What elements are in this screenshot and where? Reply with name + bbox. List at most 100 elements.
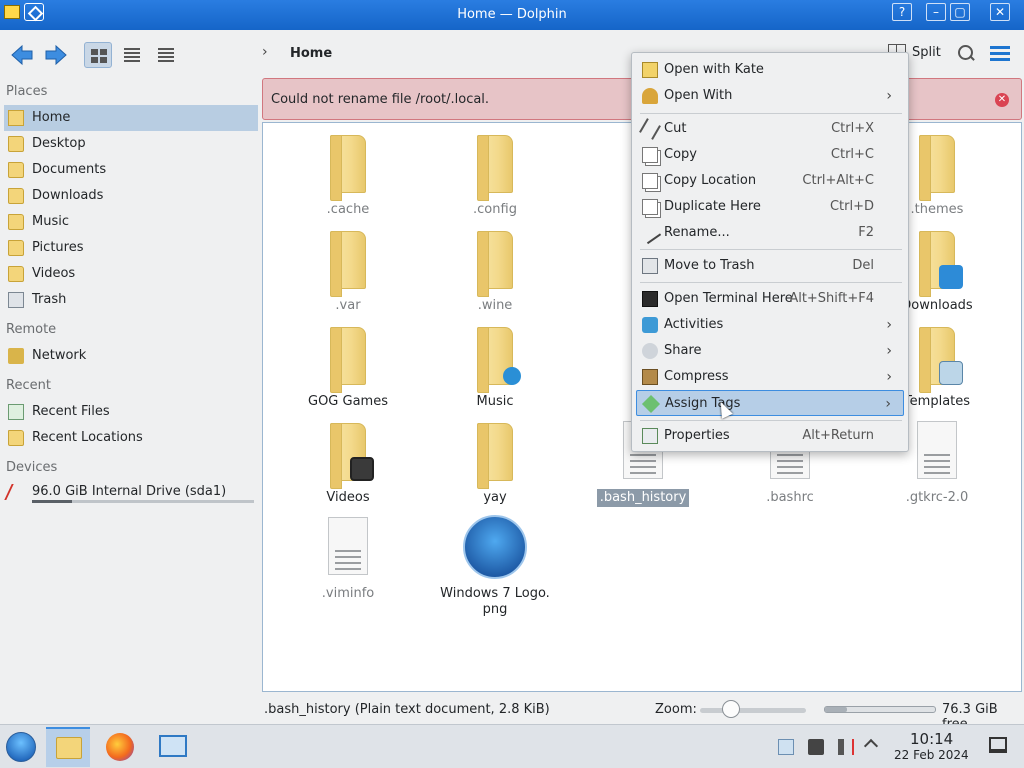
window-title: Home — Dolphin xyxy=(457,7,567,22)
sidebar-item-desktop[interactable]: Desktop xyxy=(4,131,258,157)
menu-item-share[interactable]: Share › xyxy=(636,338,904,364)
show-desktop-icon[interactable] xyxy=(989,737,1007,753)
trash-icon xyxy=(642,258,658,274)
help-button[interactable]: ? xyxy=(892,3,912,21)
device-notifier-icon[interactable] xyxy=(808,739,824,755)
file-item-var[interactable]: .var xyxy=(283,227,413,315)
details-view-button[interactable] xyxy=(152,42,180,68)
submenu-arrow-icon: › xyxy=(885,396,891,412)
drive-usage-fill xyxy=(32,500,72,503)
breadcrumb-chevron-icon[interactable]: › xyxy=(262,44,268,60)
zoom-label: Zoom: xyxy=(655,702,697,717)
folder-icon xyxy=(330,231,366,297)
menu-item-open-with-kate[interactable]: Open with Kate xyxy=(636,57,904,83)
breadcrumb-home[interactable]: Home xyxy=(290,46,332,61)
status-bar: .bash_history (Plain text document, 2.8 … xyxy=(262,698,1024,732)
menu-item-open-terminal[interactable]: Open Terminal Here Alt+Shift+F4 xyxy=(636,286,904,312)
videos-folder-icon xyxy=(8,266,24,282)
clock-time[interactable]: 10:14 xyxy=(910,730,953,748)
folder-icon xyxy=(477,423,513,489)
tag-icon xyxy=(641,394,661,414)
terminal-icon xyxy=(642,291,658,307)
compact-view-button[interactable] xyxy=(118,42,146,68)
context-menu: Open with Kate Open With › Cut Ctrl+X Copy… xyxy=(631,52,909,452)
window-titlebar: Home — Dolphin ? – ▢ ✕ xyxy=(0,0,1024,30)
icons-view-button[interactable] xyxy=(84,42,112,68)
folder-icon xyxy=(330,135,366,201)
file-item-cache[interactable]: .cache xyxy=(283,131,413,219)
menu-item-cut[interactable]: Cut Ctrl+X xyxy=(636,116,904,142)
zoom-slider-track[interactable] xyxy=(700,708,806,713)
sidebar-item-videos[interactable]: Videos xyxy=(4,261,258,287)
search-icon[interactable] xyxy=(956,44,976,64)
maximize-button[interactable]: ▢ xyxy=(950,3,970,21)
activities-icon xyxy=(642,317,658,333)
file-item-config[interactable]: .config xyxy=(430,131,560,219)
sidebar-item-music[interactable]: Music xyxy=(4,209,258,235)
menu-item-move-to-trash[interactable]: Move to Trash Del xyxy=(636,253,904,279)
taskbar-dolphin[interactable] xyxy=(46,727,90,767)
close-button[interactable]: ✕ xyxy=(990,3,1010,21)
clipboard-icon[interactable] xyxy=(778,739,794,755)
sidebar-item-trash[interactable]: Trash xyxy=(4,287,258,313)
clock-date[interactable]: 22 Feb 2024 xyxy=(894,748,969,762)
file-item-videos[interactable]: Videos xyxy=(283,419,413,507)
menu-item-assign-tags[interactable]: Assign Tags › xyxy=(636,390,904,416)
drive-usage-bar xyxy=(32,500,254,503)
firefox-icon xyxy=(106,733,134,761)
home-folder-icon xyxy=(8,110,24,126)
share-icon xyxy=(642,343,658,359)
compact-view-icon xyxy=(124,48,140,62)
sidebar-item-network[interactable]: Network xyxy=(4,343,258,369)
minimize-button[interactable]: – xyxy=(926,3,946,21)
archive-icon xyxy=(642,369,658,385)
file-item-wine[interactable]: .wine xyxy=(430,227,560,315)
sidebar-item-home[interactable]: Home xyxy=(4,105,258,131)
menu-separator xyxy=(640,282,902,283)
menu-item-activities[interactable]: Activities › xyxy=(636,312,904,338)
sidebar-item-recent-locations[interactable]: Recent Locations xyxy=(4,425,258,451)
tray-expand-chevron-icon[interactable] xyxy=(863,738,879,754)
text-document-icon xyxy=(917,421,957,479)
file-item-gog-games[interactable]: GOG Games xyxy=(283,323,413,411)
devices-header: Devices xyxy=(6,460,58,475)
menu-item-copy[interactable]: Copy Ctrl+C xyxy=(636,142,904,168)
volume-muted-icon[interactable] xyxy=(838,739,854,755)
taskbar-firefox[interactable] xyxy=(98,727,142,767)
pencil-icon xyxy=(638,221,662,245)
menu-item-copy-location[interactable]: Copy Location Ctrl+Alt+C xyxy=(636,168,904,194)
music-folder-icon xyxy=(8,214,24,230)
hamburger-menu-icon[interactable] xyxy=(990,46,1010,62)
zoom-slider-handle[interactable] xyxy=(722,700,740,718)
free-space-fill xyxy=(825,707,847,712)
file-item-yay[interactable]: yay xyxy=(430,419,560,507)
sidebar-item-recent-files[interactable]: Recent Files xyxy=(4,399,258,425)
menu-item-rename[interactable]: Rename... F2 xyxy=(636,220,904,246)
taskbar-system-settings[interactable] xyxy=(150,727,194,767)
menu-item-duplicate-here[interactable]: Duplicate Here Ctrl+D xyxy=(636,194,904,220)
forward-arrow-icon[interactable] xyxy=(44,44,68,66)
close-icon[interactable]: ✕ xyxy=(995,93,1009,107)
hard-drive-icon xyxy=(4,484,28,500)
network-icon xyxy=(8,348,24,364)
copy-icon xyxy=(642,147,658,163)
scissors-icon xyxy=(639,118,661,140)
menu-item-open-with[interactable]: Open With › xyxy=(636,83,904,109)
trash-icon xyxy=(8,292,24,308)
download-arrow-icon xyxy=(939,265,963,289)
back-arrow-icon[interactable] xyxy=(10,44,34,66)
folder-icon xyxy=(919,135,955,201)
sidebar-item-downloads[interactable]: Downloads xyxy=(4,183,258,209)
sidebar-item-documents[interactable]: Documents xyxy=(4,157,258,183)
places-header: Places xyxy=(6,84,48,99)
start-menu-button[interactable] xyxy=(0,727,44,767)
desktop-folder-icon xyxy=(8,136,24,152)
file-item-music[interactable]: Music xyxy=(430,323,560,411)
file-item-windows-logo[interactable]: Windows 7 Logo. png xyxy=(430,515,560,619)
file-item-viminfo[interactable]: .viminfo xyxy=(283,515,413,603)
file-manager-icon xyxy=(56,737,82,759)
menu-item-properties[interactable]: Properties Alt+Return xyxy=(636,423,904,449)
menu-item-compress[interactable]: Compress › xyxy=(636,364,904,390)
sidebar-item-pictures[interactable]: Pictures xyxy=(4,235,258,261)
free-space-bar xyxy=(824,706,936,713)
